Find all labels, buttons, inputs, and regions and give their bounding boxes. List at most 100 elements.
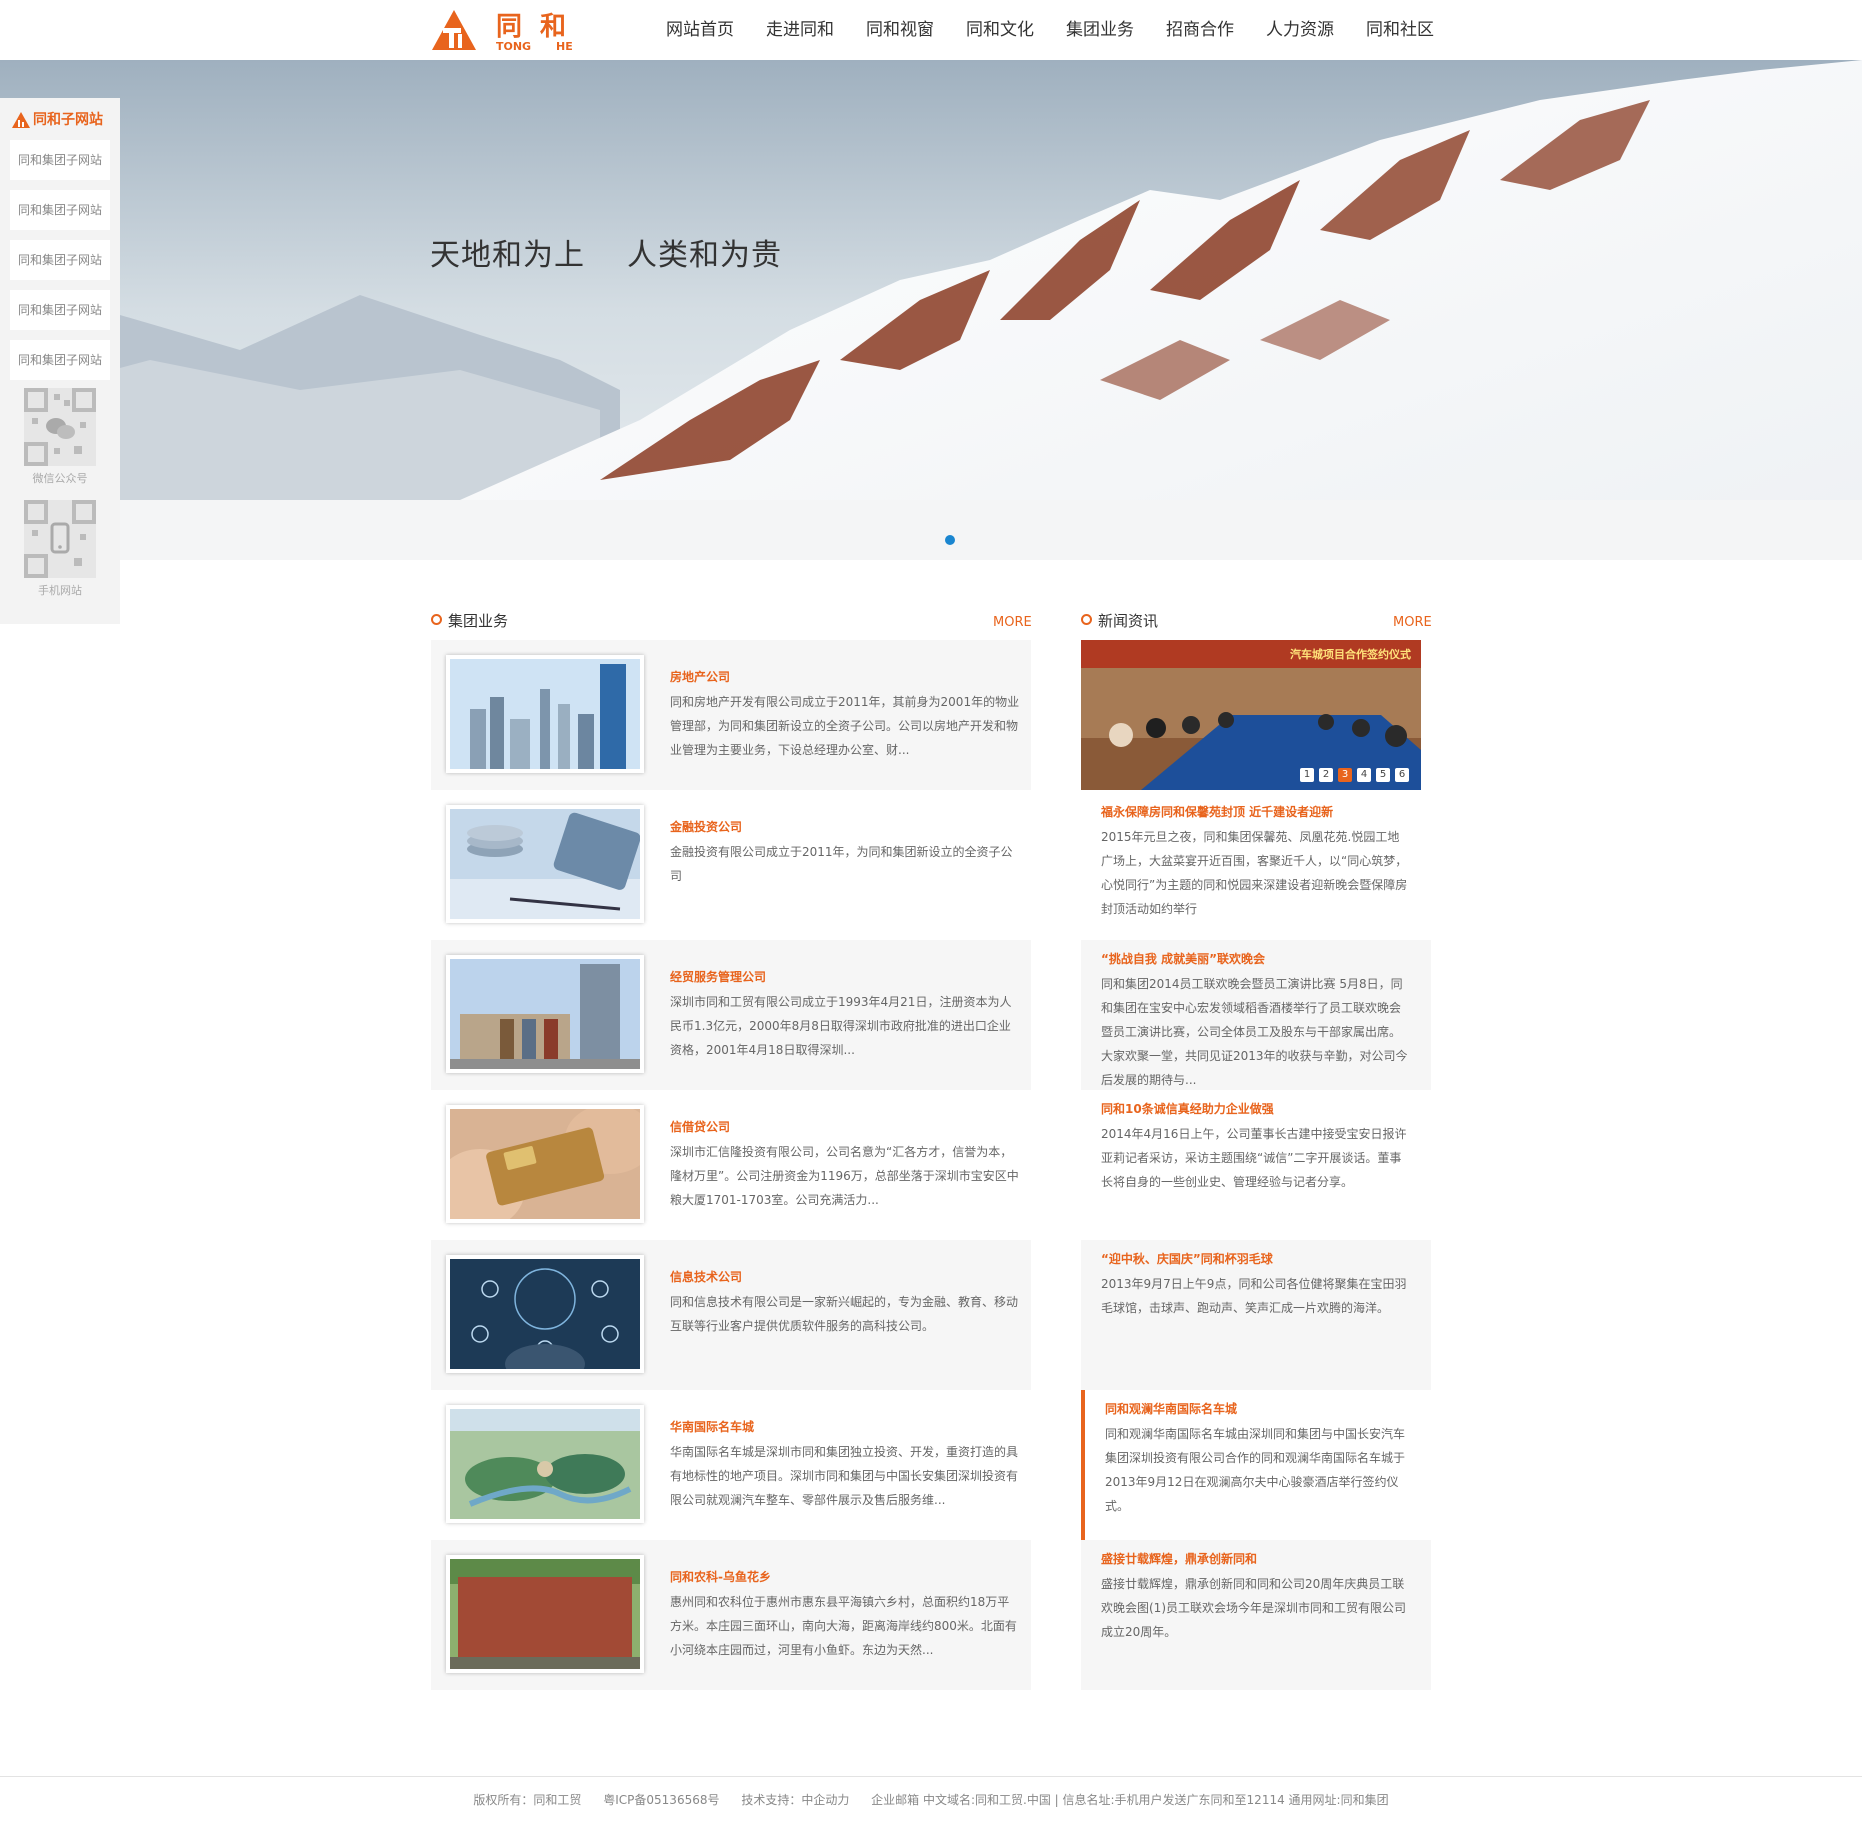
business-thumb[interactable]	[446, 655, 644, 773]
news-desc: 2014年4月16日上午，公司董事长古建中接受宝安日报许亚莉记者采访，采访主题围…	[1101, 1127, 1407, 1189]
farm-gate-image	[450, 1559, 640, 1669]
nav-cooperation[interactable]: 招商合作	[1150, 0, 1250, 60]
business-item: 经贸服务管理公司 深圳市同和工贸有限公司成立于1993年4月21日，注册资本为人…	[431, 940, 1031, 1090]
business-item: 华南国际名车城 华南国际名车城是深圳市同和集团独立投资、开发，重资打造的具有地标…	[431, 1390, 1031, 1540]
business-title[interactable]: 华南国际名车城	[670, 1418, 754, 1435]
news-title[interactable]: “挑战自我 成就美丽”联欢晚会	[1101, 950, 1265, 967]
pager-5[interactable]: 5	[1376, 768, 1390, 782]
business-thumb[interactable]	[446, 1555, 644, 1673]
nav-business[interactable]: 集团业务	[1050, 0, 1150, 60]
business-thumb[interactable]	[446, 805, 644, 923]
main-nav: 网站首页 走进同和 同和视窗 同和文化 集团业务 招商合作 人力资源 同和社区	[650, 0, 1450, 60]
news-slide-pager: 1 2 3 4 5 6	[1295, 768, 1409, 782]
business-more-link[interactable]: MORE	[993, 615, 1032, 630]
business-thumb[interactable]	[446, 1105, 644, 1223]
car-city-aerial-image	[450, 1409, 640, 1519]
news-item: 同和10条诚信真经助力企业做强 2014年4月16日上午，公司董事长古建中接受宝…	[1081, 1090, 1431, 1240]
news-title[interactable]: 同和10条诚信真经助力企业做强	[1101, 1100, 1274, 1117]
nav-culture[interactable]: 同和文化	[950, 0, 1050, 60]
business-title[interactable]: 同和农科-乌鱼花乡	[670, 1568, 771, 1585]
news-item-highlighted: 同和观澜华南国际名车城 同和观澜华南国际名车城由深圳同和集团与中国长安汽车集团深…	[1081, 1390, 1431, 1540]
business-title[interactable]: 经贸服务管理公司	[670, 968, 766, 985]
sidebar-link-3[interactable]: 同和集团子网站	[10, 240, 110, 280]
hero-slogan-1: 天地和为上	[430, 238, 585, 273]
news-desc: 同和集团2014员工联欢晚会暨员工演讲比赛 5月8日，同和集团在宝安中心宏发领域…	[1101, 977, 1408, 1087]
business-thumb[interactable]	[446, 1255, 644, 1373]
news-title[interactable]: 同和观澜华南国际名车城	[1105, 1400, 1237, 1417]
logo-cn-text: 同和	[496, 12, 585, 42]
nav-hr[interactable]: 人力资源	[1250, 0, 1350, 60]
real-estate-image	[450, 659, 640, 769]
sidebar-link-5[interactable]: 同和集团子网站	[10, 340, 110, 380]
sidebar-link-1[interactable]: 同和集团子网站	[10, 140, 110, 180]
sidebar-title-text: 同和子网站	[33, 112, 103, 128]
nav-about[interactable]: 走进同和	[750, 0, 850, 60]
pager-4[interactable]: 4	[1357, 768, 1371, 782]
cloud-tech-image	[450, 1259, 640, 1369]
business-desc: 金融投资有限公司成立于2011年，为同和集团新设立的全资子公司	[670, 845, 1013, 883]
footer-support[interactable]: 技术支持：中企动力	[741, 1793, 849, 1807]
business-section-title: 集团业务	[431, 609, 508, 633]
business-desc: 惠州同和农科位于惠州市惠东县平海镇六乡村，总面积约18万平方米。本庄园三面环山，…	[670, 1595, 1017, 1657]
mobile-qr-label: 手机网站	[38, 584, 82, 597]
news-item: “迎中秋、庆国庆”同和杯羽毛球 2013年9月7日上午9点，同和公司各位健将聚集…	[1081, 1240, 1431, 1390]
site-header: 同和 TONG HE 网站首页 走进同和 同和视窗 同和文化 集团业务 招商合作…	[0, 0, 1862, 60]
business-title[interactable]: 金融投资公司	[670, 818, 742, 835]
business-item: 信借贷公司 深圳市汇信隆投资有限公司，公司名意为“汇各方才，信誉为本，隆材万里”…	[431, 1090, 1031, 1240]
mobile-qr-code	[24, 500, 96, 578]
trade-building-image	[450, 959, 640, 1069]
news-desc: 同和观澜华南国际名车城由深圳同和集团与中国长安汽车集团深圳投资有限公司合作的同和…	[1105, 1427, 1406, 1513]
qr-code-icon	[24, 500, 96, 578]
news-desc: 盛接廿载辉煌，鼎承创新同和同和公司20周年庆典员工联欢晚会图(1)员工联欢会场今…	[1101, 1577, 1407, 1639]
business-title[interactable]: 信息技术公司	[670, 1268, 742, 1285]
site-logo[interactable]: 同和 TONG HE	[430, 6, 590, 54]
business-desc: 同和信息技术有限公司是一家新兴崛起的，专为金融、教育、移动互联等行业客户提供优质…	[670, 1295, 1019, 1333]
qr-code-icon	[24, 388, 96, 466]
business-desc: 同和房地产开发有限公司成立于2011年，其前身为2001年的物业管理部，为同和集…	[670, 695, 1020, 757]
hero-banner: 天地和为上 人类和为贵	[0, 60, 1862, 560]
news-slideshow[interactable]: 汽车城项目合作签约仪式 1 2 3 4 5 6	[1081, 640, 1421, 790]
footer-divider	[0, 1776, 1862, 1777]
logo-en-left: TONG	[496, 40, 532, 53]
business-thumb[interactable]	[446, 955, 644, 1073]
news-item: 福永保障房同和保馨苑封顶 近千建设者迎新 2015年元旦之夜，同和集团保馨苑、凤…	[1081, 793, 1431, 943]
credit-card-image	[450, 1109, 640, 1219]
wechat-qr-code	[24, 388, 96, 466]
business-title[interactable]: 信借贷公司	[670, 1118, 730, 1135]
news-title[interactable]: 福永保障房同和保馨苑封顶 近千建设者迎新	[1101, 803, 1333, 820]
pager-6[interactable]: 6	[1395, 768, 1409, 782]
business-item: 信息技术公司 同和信息技术有限公司是一家新兴崛起的，专为金融、教育、移动互联等行…	[431, 1240, 1031, 1390]
pager-1[interactable]: 1	[1300, 768, 1314, 782]
logo-small-icon	[12, 112, 30, 128]
news-more-link[interactable]: MORE	[1393, 615, 1432, 630]
sidebar-link-2[interactable]: 同和集团子网站	[10, 190, 110, 230]
business-desc: 华南国际名车城是深圳市同和集团独立投资、开发，重资打造的具有地标性的地产项目。深…	[670, 1445, 1019, 1507]
news-desc: 2013年9月7日上午9点，同和公司各位健将聚集在宝田羽毛球馆，击球声、跑动声、…	[1101, 1277, 1407, 1315]
wechat-qr-label: 微信公众号	[32, 472, 88, 485]
site-footer: 版权所有：同和工贸 粤ICP备05136568号 技术支持：中企动力 企业邮箱 …	[0, 1791, 1862, 1808]
business-thumb[interactable]	[446, 1405, 644, 1523]
pager-3[interactable]: 3	[1338, 768, 1352, 782]
finance-image	[450, 809, 640, 919]
nav-home[interactable]: 网站首页	[650, 0, 750, 60]
news-title[interactable]: 盛接廿载辉煌，鼎承创新同和	[1101, 1550, 1257, 1567]
nav-community[interactable]: 同和社区	[1350, 0, 1450, 60]
footer-icp[interactable]: 粤ICP备05136568号	[603, 1793, 719, 1807]
footer-copyright: 版权所有：同和工贸	[473, 1793, 582, 1807]
business-item: 金融投资公司 金融投资有限公司成立于2011年，为同和集团新设立的全资子公司	[431, 790, 1031, 940]
news-banner-caption: 汽车城项目合作签约仪式	[1290, 648, 1411, 661]
business-item: 房地产公司 同和房地产开发有限公司成立于2011年，其前身为2001年的物业管理…	[431, 640, 1031, 790]
circle-bullet-icon	[1081, 614, 1092, 625]
footer-domain-info[interactable]: 企业邮箱 中文域名:同和工贸.中国 | 信息名址:手机用户发送广东同和至1211…	[871, 1793, 1388, 1807]
nav-window[interactable]: 同和视窗	[850, 0, 950, 60]
pager-2[interactable]: 2	[1319, 768, 1333, 782]
business-desc: 深圳市汇信隆投资有限公司，公司名意为“汇各方才，信誉为本，隆材万里”。公司注册资…	[670, 1145, 1019, 1207]
sidebar-title: 同和子网站	[12, 106, 103, 134]
business-desc: 深圳市同和工贸有限公司成立于1993年4月21日，注册资本为人民币1.3亿元，2…	[670, 995, 1012, 1057]
subsite-sidebar: 同和子网站 同和集团子网站 同和集团子网站 同和集团子网站 同和集团子网站 同和…	[0, 98, 120, 624]
sidebar-link-4[interactable]: 同和集团子网站	[10, 290, 110, 330]
business-title[interactable]: 房地产公司	[670, 668, 730, 685]
news-title[interactable]: “迎中秋、庆国庆”同和杯羽毛球	[1101, 1250, 1273, 1267]
slider-dot[interactable]	[945, 535, 955, 545]
business-item: 同和农科-乌鱼花乡 惠州同和农科位于惠州市惠东县平海镇六乡村，总面积约18万平方…	[431, 1540, 1031, 1690]
